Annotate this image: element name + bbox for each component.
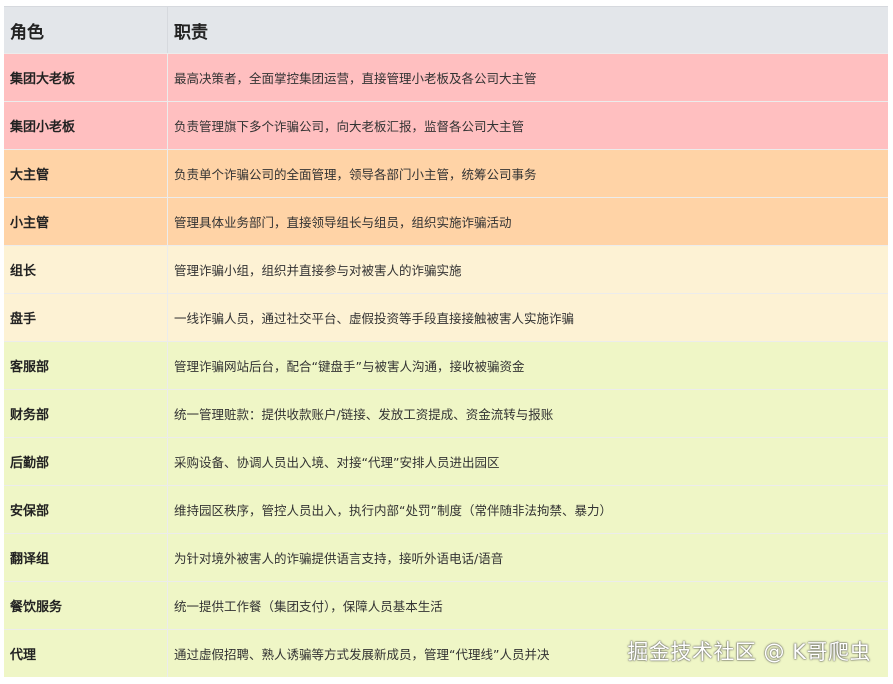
table-row: 集团小老板 负责管理旗下多个诈骗公司，向大老板汇报，监督各公司大主管: [4, 101, 888, 149]
table-row: 翻译组 为针对境外被害人的诈骗提供语言支持，接听外语电话/语音: [4, 533, 888, 581]
duty-cell: 管理具体业务部门，直接领导组长与组员，组织实施诈骗活动: [174, 215, 512, 230]
duty-cell: 最高决策者，全面掌控集团运营，直接管理小老板及各公司大主管: [174, 71, 537, 86]
header-duty: 职责: [174, 22, 208, 43]
table-row: 财务部 统一管理赃款：提供收款账户/链接、发放工资提成、资金流转与报账: [4, 389, 888, 437]
duty-cell: 一线诈骗人员，通过社交平台、虚假投资等手段直接接触被害人实施诈骗: [174, 311, 575, 326]
duty-cell: 采购设备、协调人员出入境、对接“代理”安排人员进出园区: [174, 455, 500, 470]
roles-table: 角色 职责 集团大老板 最高决策者，全面掌控集团运营，直接管理小老板及各公司大主…: [4, 6, 888, 677]
role-cell: 餐饮服务: [4, 582, 168, 629]
header-role: 角色: [4, 7, 168, 53]
role-cell: 安保部: [4, 486, 168, 533]
role-cell: 组长: [4, 246, 168, 293]
table-row: 盘手 一线诈骗人员，通过社交平台、虚假投资等手段直接接触被害人实施诈骗: [4, 293, 888, 341]
role-cell: 大主管: [4, 150, 168, 197]
duty-cell: 负责管理旗下多个诈骗公司，向大老板汇报，监督各公司大主管: [174, 119, 525, 134]
table-row: 客服部 管理诈骗网站后台，配合“键盘手”与被害人沟通，接收被骗资金: [4, 341, 888, 389]
role-cell: 集团大老板: [4, 54, 168, 101]
table-row: 小主管 管理具体业务部门，直接领导组长与组员，组织实施诈骗活动: [4, 197, 888, 245]
role-cell: 集团小老板: [4, 102, 168, 149]
role-cell: 客服部: [4, 342, 168, 389]
table-row: 后勤部 采购设备、协调人员出入境、对接“代理”安排人员进出园区: [4, 437, 888, 485]
duty-cell: 维持园区秩序，管控人员出入，执行内部“处罚”制度（常伴随非法拘禁、暴力）: [174, 503, 612, 518]
role-cell: 代理: [4, 630, 168, 677]
duty-cell: 管理诈骗网站后台，配合“键盘手”与被害人沟通，接收被骗资金: [174, 359, 525, 374]
role-cell: 后勤部: [4, 438, 168, 485]
watermark: 掘金技术社区 @ K哥爬虫: [627, 640, 871, 664]
duty-cell: 管理诈骗小组，组织并直接参与对被害人的诈骗实施: [174, 263, 462, 278]
table-row: 餐饮服务 统一提供工作餐（集团支付），保障人员基本生活: [4, 581, 888, 629]
table-header: 角色 职责: [4, 6, 888, 53]
table-row: 集团大老板 最高决策者，全面掌控集团运营，直接管理小老板及各公司大主管: [4, 53, 888, 101]
role-cell: 盘手: [4, 294, 168, 341]
role-cell: 小主管: [4, 198, 168, 245]
duty-cell: 统一管理赃款：提供收款账户/链接、发放工资提成、资金流转与报账: [174, 407, 554, 422]
table-row: 组长 管理诈骗小组，组织并直接参与对被害人的诈骗实施: [4, 245, 888, 293]
duty-cell: 负责单个诈骗公司的全面管理，领导各部门小主管，统筹公司事务: [174, 167, 537, 182]
role-cell: 财务部: [4, 390, 168, 437]
duty-cell: 为针对境外被害人的诈骗提供语言支持，接听外语电话/语音: [174, 551, 504, 566]
table-row: 大主管 负责单个诈骗公司的全面管理，领导各部门小主管，统筹公司事务: [4, 149, 888, 197]
role-cell: 翻译组: [4, 534, 168, 581]
table-row: 安保部 维持园区秩序，管控人员出入，执行内部“处罚”制度（常伴随非法拘禁、暴力）: [4, 485, 888, 533]
duty-cell: 统一提供工作餐（集团支付），保障人员基本生活: [174, 599, 443, 614]
